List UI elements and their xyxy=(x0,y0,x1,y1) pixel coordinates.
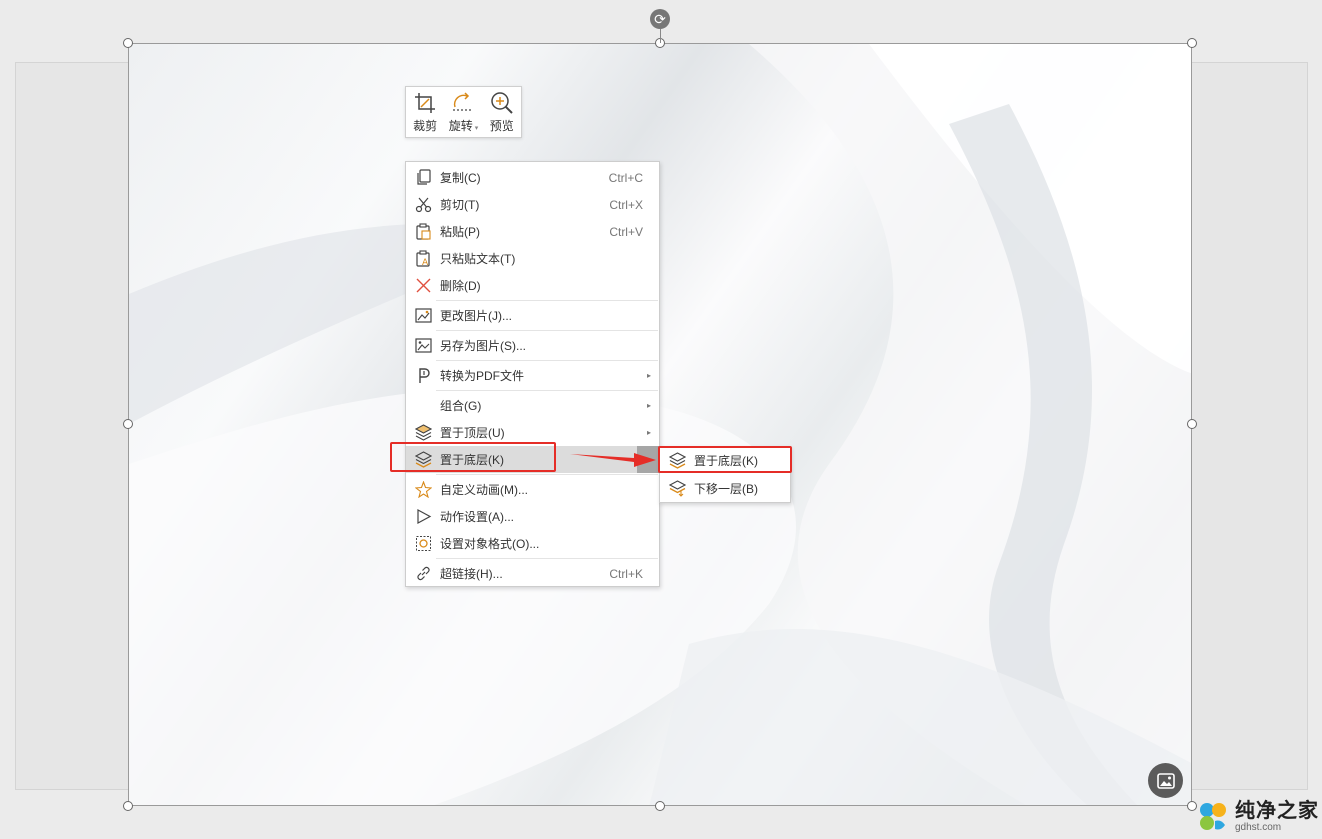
menu-label: 粘贴(P) xyxy=(440,225,480,239)
star-animation-icon xyxy=(415,481,432,498)
rotate-button[interactable]: 旋转 ▾ xyxy=(445,91,481,137)
resize-handle-bottom-left[interactable] xyxy=(123,801,133,811)
zoom-preview-icon xyxy=(491,92,513,114)
menu-item-group[interactable]: 组合(G) ▸ xyxy=(406,392,659,419)
image-options-icon[interactable] xyxy=(1148,763,1183,798)
menu-label: 转换为PDF文件 xyxy=(440,369,525,383)
rotate-label: 旋转 xyxy=(448,119,473,133)
menu-label: 超链接(H)... xyxy=(440,567,503,581)
picture-mini-toolbar: 裁剪 旋转 ▾ 预览 xyxy=(405,86,522,138)
menu-item-copy[interactable]: 复制(C) Ctrl+C xyxy=(406,164,659,191)
send-backward-icon xyxy=(669,480,686,497)
menu-label: 只粘贴文本(T) xyxy=(440,252,516,266)
preview-button[interactable]: 预览 xyxy=(484,91,520,137)
resize-handle-right[interactable] xyxy=(1187,419,1197,429)
shortcut-text: Ctrl+C xyxy=(608,170,643,185)
menu-label: 另存为图片(S)... xyxy=(440,339,526,353)
menu-label: 自定义动画(M)... xyxy=(440,483,528,497)
menu-label: 下移一层(B) xyxy=(694,482,758,496)
menu-item-hyperlink[interactable]: 超链接(H)... Ctrl+K xyxy=(406,560,659,587)
shortcut-text: Ctrl+X xyxy=(609,197,643,212)
menu-separator xyxy=(436,474,658,475)
submenu-item-send-backward[interactable]: 下移一层(B) xyxy=(660,475,790,502)
selected-picture[interactable] xyxy=(128,43,1192,806)
pdf-icon xyxy=(419,368,430,383)
site-watermark: 纯净之家 gdhst.com xyxy=(1195,795,1322,839)
format-object-icon xyxy=(416,536,431,551)
context-menu: 复制(C) Ctrl+C 剪切(T) Ctrl+X 粘贴(P) Ctrl+V A… xyxy=(405,161,660,587)
crop-icon xyxy=(415,93,436,113)
menu-separator xyxy=(436,300,658,301)
watermark-url: gdhst.com xyxy=(1235,822,1282,833)
submenu-arrow-icon: ▸ xyxy=(646,371,651,380)
delete-x-icon xyxy=(416,278,431,293)
menu-item-cut[interactable]: 剪切(T) Ctrl+X xyxy=(406,191,659,218)
menu-item-change-picture[interactable]: 更改图片(J)... xyxy=(406,302,659,329)
crop-button[interactable]: 裁剪 xyxy=(407,91,443,137)
preview-label: 预览 xyxy=(489,119,514,133)
shortcut-text: Ctrl+K xyxy=(609,566,643,581)
crop-label: 裁剪 xyxy=(413,119,438,133)
highlight-box-submenu-send-to-back xyxy=(658,446,792,473)
svg-text:A: A xyxy=(422,258,429,267)
resize-handle-top-left[interactable] xyxy=(123,38,133,48)
menu-item-save-as-picture[interactable]: 另存为图片(S)... xyxy=(406,332,659,359)
rotate-handle-icon[interactable]: ⟳ xyxy=(650,9,670,29)
resize-handle-top-right[interactable] xyxy=(1187,38,1197,48)
shortcut-text: Ctrl+V xyxy=(609,224,643,239)
link-icon xyxy=(417,566,430,581)
rotate-connector xyxy=(660,29,661,43)
menu-separator xyxy=(436,360,658,361)
paste-text-icon: A xyxy=(416,250,430,267)
bring-to-front-icon xyxy=(415,424,432,441)
save-picture-icon xyxy=(415,338,432,353)
menu-label: 设置对象格式(O)... xyxy=(440,537,540,551)
menu-label: 剪切(T) xyxy=(440,198,480,212)
watermark-logo-icon xyxy=(1200,803,1226,830)
clipboard-paste-icon xyxy=(416,223,431,240)
menu-label: 更改图片(J)... xyxy=(440,309,512,323)
scissors-icon xyxy=(415,197,432,213)
submenu-arrow-icon: ▸ xyxy=(646,401,651,410)
highlight-box-send-to-back xyxy=(390,442,556,472)
menu-item-paste-text-only[interactable]: A 只粘贴文本(T) xyxy=(406,245,659,272)
menu-label: 置于顶层(U) xyxy=(440,426,505,440)
menu-label: 复制(C) xyxy=(440,171,481,185)
copy-icon xyxy=(417,169,431,185)
menu-separator xyxy=(436,558,658,559)
menu-label: 删除(D) xyxy=(440,279,481,293)
red-arrow-icon xyxy=(570,453,656,467)
menu-label: 动作设置(A)... xyxy=(440,510,514,524)
play-action-icon xyxy=(417,508,432,525)
rotate-dropdown-icon[interactable]: ▾ xyxy=(475,125,479,132)
resize-handle-left[interactable] xyxy=(123,419,133,429)
menu-separator xyxy=(436,390,658,391)
menu-item-format-object[interactable]: 设置对象格式(O)... xyxy=(406,530,659,557)
watermark-title: 纯净之家 xyxy=(1235,800,1319,822)
change-picture-icon xyxy=(415,308,432,323)
menu-label: 组合(G) xyxy=(440,399,482,413)
menu-item-custom-animation[interactable]: 自定义动画(M)... xyxy=(406,476,659,503)
menu-item-convert-pdf[interactable]: 转换为PDF文件 ▸ xyxy=(406,362,659,389)
resize-handle-bottom[interactable] xyxy=(655,801,665,811)
menu-item-action-settings[interactable]: 动作设置(A)... xyxy=(406,503,659,530)
menu-item-delete[interactable]: 删除(D) xyxy=(406,272,659,299)
rotate-icon xyxy=(453,92,474,111)
submenu-arrow-icon: ▸ xyxy=(646,428,651,437)
menu-item-paste[interactable]: 粘贴(P) Ctrl+V xyxy=(406,218,659,245)
menu-separator xyxy=(436,330,658,331)
